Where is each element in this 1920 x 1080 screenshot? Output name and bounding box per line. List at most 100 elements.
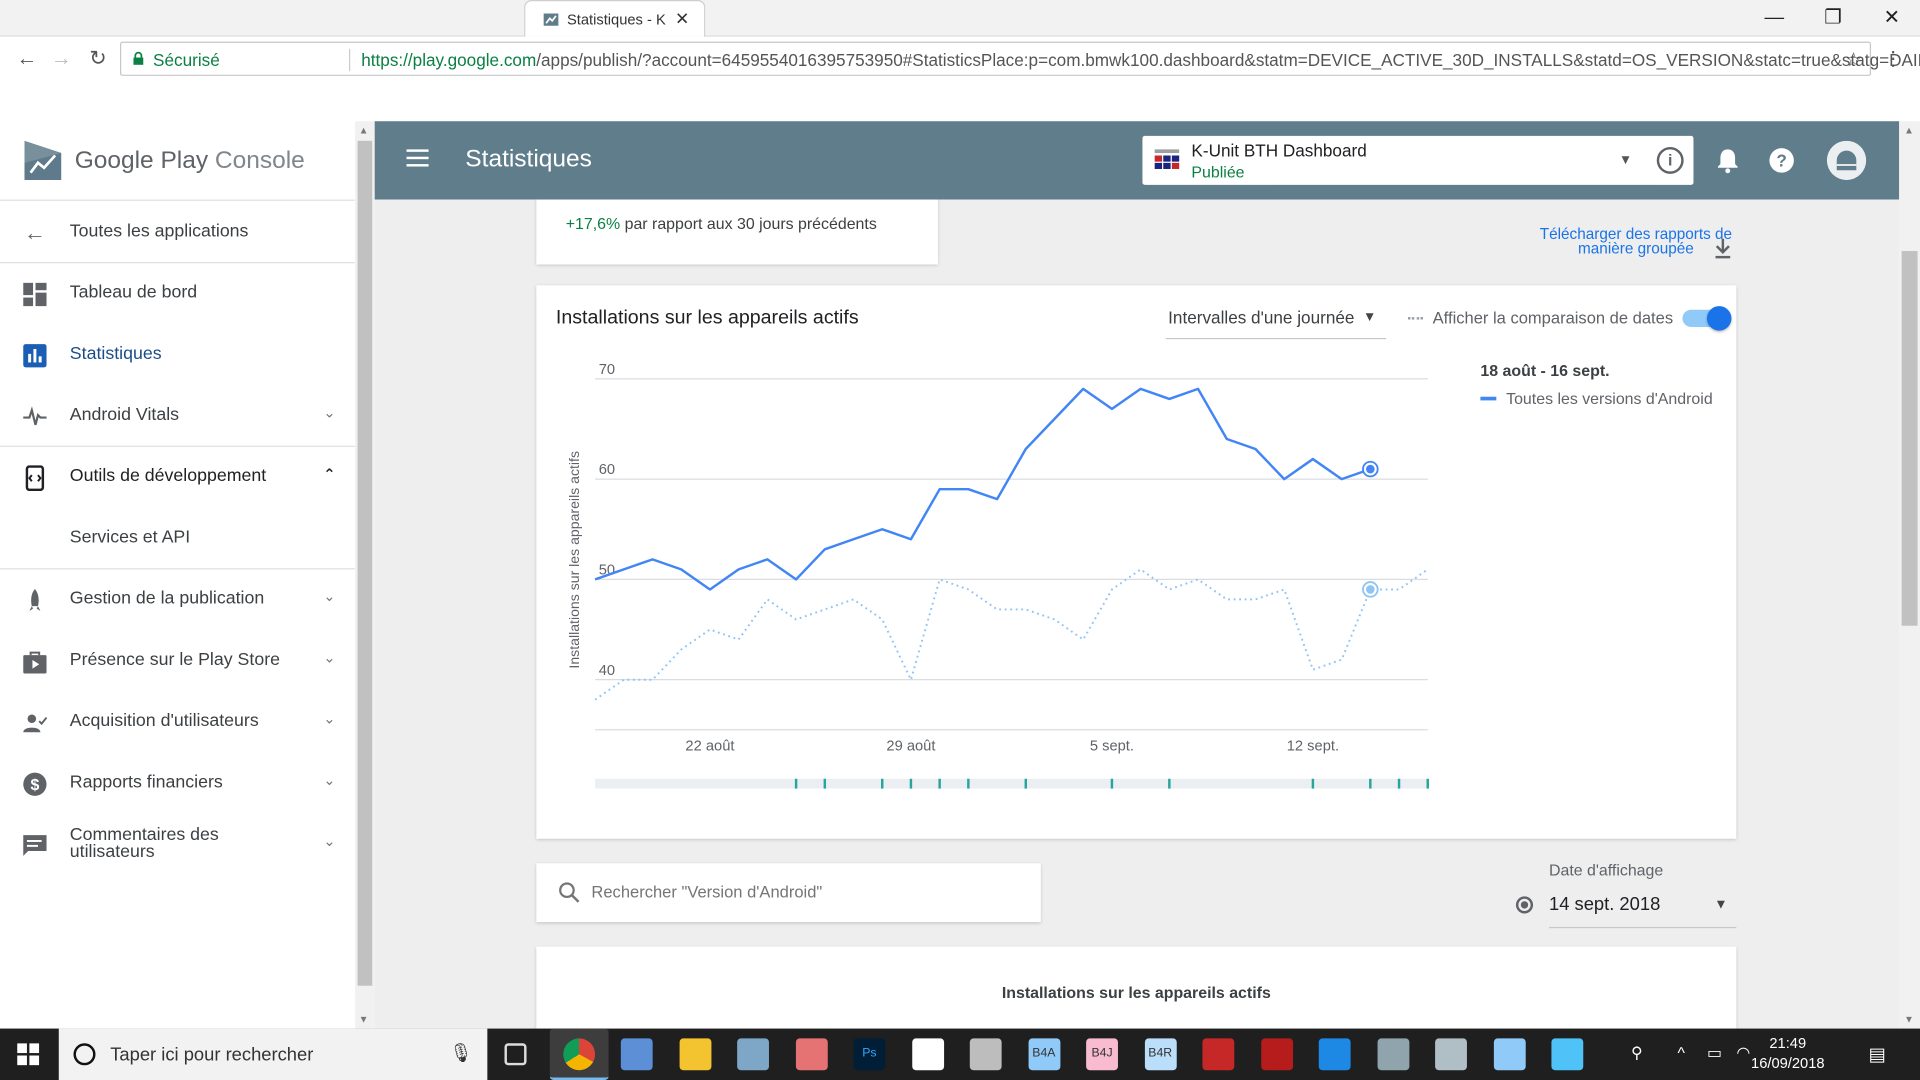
- search-input[interactable]: Rechercher "Version d'Android": [591, 883, 822, 901]
- brand[interactable]: Google Play Console: [0, 121, 356, 201]
- sidebar-item-label: Rapports financiers: [69, 772, 223, 793]
- main-scroll-thumb[interactable]: [1901, 251, 1918, 626]
- reload-icon[interactable]: ↻: [86, 47, 110, 71]
- range-navigator-tick: [1168, 778, 1171, 789]
- people-icon[interactable]: ⚲: [1631, 1043, 1643, 1063]
- sidebar-subitem-services-api[interactable]: Services et API: [0, 508, 355, 569]
- sidebar-item-financial-reports[interactable]: $ Rapports financiers ⌄: [0, 753, 355, 814]
- network-icon[interactable]: [1493, 1038, 1526, 1071]
- x-tick-label: 5 sept.: [1090, 739, 1134, 755]
- close-tab-icon[interactable]: ✕: [675, 9, 689, 30]
- windows-start-icon[interactable]: [17, 1043, 40, 1066]
- chart-card: Installations sur les appareils actifs I…: [536, 285, 1737, 839]
- battery-icon[interactable]: ▭: [1707, 1043, 1722, 1063]
- help-icon[interactable]: ?: [1767, 146, 1796, 175]
- file-explorer-icon[interactable]: [678, 1038, 711, 1071]
- scroll-up-arrow-icon[interactable]: ▲: [1904, 125, 1914, 136]
- b4a-icon[interactable]: B4A: [1027, 1038, 1060, 1071]
- store-icon[interactable]: [911, 1038, 944, 1071]
- minimize-window-icon[interactable]: —: [1753, 2, 1795, 34]
- sidebar-item-statistics[interactable]: Statistiques: [0, 324, 355, 385]
- sidebar-item-dashboard[interactable]: Tableau de bord: [0, 263, 355, 324]
- wifi-icon[interactable]: ◠: [1736, 1043, 1750, 1063]
- address-separator: [348, 48, 351, 72]
- app-selector[interactable]: K-Unit BTH Dashboard Publiée ▼ i: [1142, 135, 1694, 185]
- display-date-value: 14 sept. 2018: [1548, 893, 1661, 915]
- hamburger-menu-icon[interactable]: [406, 149, 429, 167]
- b4r-icon[interactable]: B4R: [1144, 1038, 1177, 1071]
- app-icon[interactable]: [620, 1038, 653, 1071]
- bookmark-star-icon[interactable]: ☆: [1845, 48, 1863, 72]
- sidebar-item-release-management[interactable]: Gestion de la publication ⌄: [0, 569, 355, 630]
- legend-series-swatch: [1480, 396, 1497, 401]
- app-icon: [1152, 144, 1182, 177]
- dropdown-arrow-icon[interactable]: ▼: [1619, 153, 1632, 168]
- browser-tab[interactable]: Statistiques - K ✕: [524, 0, 706, 37]
- sidebar-scroll-thumb[interactable]: [357, 140, 373, 986]
- address-bar[interactable]: Sécurisé https://play.google.com/apps/pu…: [120, 41, 1920, 76]
- sidebar-item-user-acquisition[interactable]: Acquisition d'utilisateurs ⌄: [0, 692, 355, 753]
- account-avatar[interactable]: [1826, 140, 1867, 181]
- app-icon[interactable]: [795, 1038, 828, 1071]
- range-navigator-tick: [1311, 778, 1315, 789]
- forward-icon[interactable]: →: [49, 47, 73, 71]
- info-icon[interactable]: i: [1656, 146, 1684, 174]
- taskbar-clock[interactable]: 21:49 16/09/2018: [1751, 1033, 1825, 1072]
- task-view-icon[interactable]: [504, 1043, 527, 1066]
- page-title: Statistiques: [465, 145, 592, 173]
- range-navigator-tick: [823, 778, 827, 789]
- pdf-icon[interactable]: [1202, 1038, 1235, 1071]
- sidebar-item-label: Commentaires des utilisateurs: [69, 825, 219, 863]
- app-icon[interactable]: [969, 1038, 1002, 1071]
- chart-title: Installations sur les appareils actifs: [555, 307, 859, 329]
- close-window-icon[interactable]: ✕: [1871, 2, 1913, 34]
- scroll-down-arrow-icon[interactable]: ▼: [1904, 1014, 1914, 1025]
- b4j-icon[interactable]: B4J: [1086, 1038, 1118, 1071]
- virtualbox-icon[interactable]: [1435, 1038, 1467, 1071]
- edge-icon[interactable]: [1318, 1038, 1351, 1071]
- range-navigator-tick: [1369, 778, 1372, 789]
- dollar-icon: $: [23, 772, 47, 796]
- microphone-icon[interactable]: 🎙: [449, 1042, 472, 1064]
- chrome-icon[interactable]: [562, 1038, 595, 1071]
- chevron-down-icon: ⌄: [323, 710, 336, 728]
- range-navigator-tick: [794, 778, 798, 789]
- app-icon[interactable]: [1376, 1038, 1409, 1071]
- app-icon[interactable]: [737, 1038, 769, 1071]
- tray-chevron-up-icon[interactable]: ^: [1678, 1043, 1685, 1061]
- browser-spacer: [0, 83, 1920, 122]
- restore-window-icon[interactable]: ❐: [1812, 2, 1854, 34]
- download-icon[interactable]: [1713, 238, 1733, 260]
- store-icon: [23, 651, 47, 674]
- series-line-comparison: [594, 568, 1429, 701]
- taskbar-search-box[interactable]: Taper ici pour rechercher 🎙: [58, 1028, 488, 1080]
- kpi-change-text: par rapport aux 30 jours précédents: [624, 214, 877, 233]
- arrow-back-icon: ←: [23, 220, 46, 245]
- scroll-down-arrow-icon[interactable]: ▼: [359, 1014, 369, 1025]
- toggle-knob: [1706, 306, 1732, 331]
- sidebar-item-user-feedback[interactable]: Commentaires des utilisateurs ⌄: [0, 814, 355, 875]
- action-center-icon[interactable]: ▤: [1869, 1043, 1886, 1065]
- scroll-up-arrow-icon[interactable]: ▲: [359, 125, 369, 136]
- chrome-menu-icon[interactable]: ⋮: [1883, 47, 1903, 71]
- sidebar-item-dev-tools[interactable]: Outils de développement ⌃: [0, 447, 355, 508]
- radio-icon[interactable]: [1515, 896, 1534, 914]
- sidebar-item-label: Android Vitals: [69, 405, 180, 425]
- filezilla-icon[interactable]: [1260, 1038, 1293, 1071]
- sidebar-scrollbar[interactable]: ▲ ▼: [355, 121, 375, 1029]
- interval-dropdown[interactable]: Intervalles d'une journée ▼: [1165, 298, 1387, 340]
- taskbar-search-input[interactable]: Taper ici pour rechercher: [110, 1044, 313, 1065]
- version-search-box[interactable]: Rechercher "Version d'Android": [536, 863, 1041, 923]
- sidebar-item-store-presence[interactable]: Présence sur le Play Store ⌄: [0, 631, 355, 692]
- url-text[interactable]: https://play.google.com/apps/publish/?ac…: [361, 50, 1920, 70]
- comparison-toggle[interactable]: [1682, 306, 1732, 331]
- sidebar-item-all-apps[interactable]: ← Toutes les applications: [0, 202, 355, 263]
- photoshop-icon[interactable]: Ps: [853, 1038, 886, 1071]
- dropdown-arrow-icon[interactable]: ▼: [1714, 898, 1727, 913]
- table-card: Installations sur les appareils actifs: [536, 946, 1737, 1029]
- sidebar-item-android-vitals[interactable]: Android Vitals ⌄: [0, 386, 355, 447]
- main-scrollbar[interactable]: ▲ ▼: [1899, 121, 1920, 1029]
- back-icon[interactable]: ←: [15, 47, 39, 71]
- app-icon[interactable]: [1551, 1038, 1584, 1071]
- notifications-bell-icon[interactable]: [1713, 146, 1742, 175]
